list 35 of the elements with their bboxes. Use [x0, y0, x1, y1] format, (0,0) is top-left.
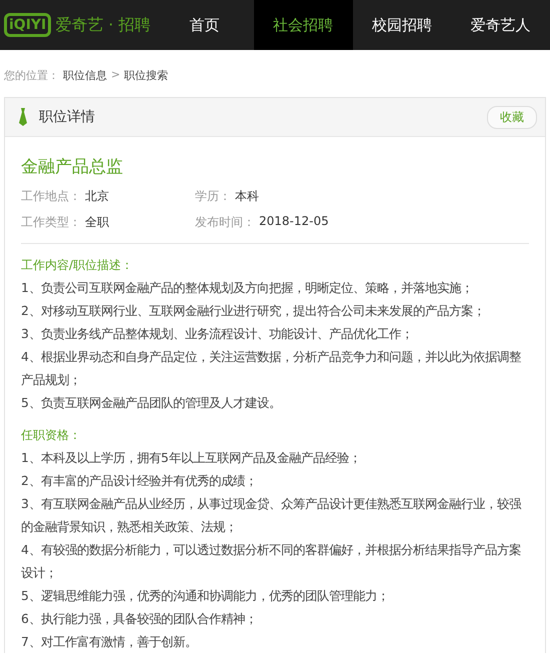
- breadcrumb-link[interactable]: 职位信息: [63, 68, 107, 83]
- field-value: 2018-12-05: [259, 214, 329, 230]
- breadcrumb-label: 您的位置：: [4, 68, 59, 83]
- list-item: 1、本科及以上学历，拥有5年以上互联网产品及金融产品经验；: [21, 449, 362, 467]
- section-heading: 任职资格：: [21, 427, 82, 444]
- nav-tab[interactable]: 首页: [155, 0, 254, 50]
- breadcrumb-link[interactable]: 职位搜索: [124, 68, 168, 83]
- list-item: 2、对移动互联网行业、互联网金融行业进行研究，提出符合公司未来发展的产品方案；: [21, 302, 486, 320]
- field-label: 工作地点：: [21, 188, 81, 205]
- list-item: 4、有较强的数据分析能力，可以透过数据分析不同的客群偏好，并根据分析结果指导产品方案设计；: [21, 541, 522, 582]
- list-item: 6、执行能力强，具备较强的团队合作精神；: [21, 610, 258, 628]
- field-value: 本科: [235, 188, 259, 205]
- list-item: 3、负责业务线产品整体规划、业务流程设计、功能设计、产品优化工作；: [21, 325, 414, 343]
- necktie-icon: [19, 108, 27, 126]
- list-item: 4、根据业界动态和自身产品定位，关注运营数据，分析产品竞争力和问题，并以此为依据调整产品规划；: [21, 348, 522, 389]
- nav-tab[interactable]: 社会招聘: [254, 0, 352, 50]
- field-label: 学历：: [195, 188, 231, 205]
- field-label: 工作类型：: [21, 214, 81, 231]
- list-item: 2、有丰富的产品设计经验并有优秀的成绩；: [21, 472, 258, 490]
- field-label: 发布时间：: [195, 214, 255, 231]
- nav-tab[interactable]: 校园招聘: [352, 0, 452, 50]
- logo-mark: iQIYI: [4, 13, 52, 37]
- job-title: 金融产品总监: [21, 156, 124, 178]
- list-item: 5、逻辑思维能力强，优秀的沟通和协调能力，优秀的团队管理能力；: [21, 587, 390, 605]
- list-item: 3、有互联网金融产品从业经历，从事过现金贷、众筹产品设计更佳熟悉互联网金融行业，较强的金融背景知识，熟悉相关政策、法规；: [21, 495, 522, 536]
- section-heading: 工作内容/职位描述：: [21, 257, 134, 274]
- list-item: 1、负责公司互联网金融产品的整体规划及方向把握，明晰定位、策略，并落地实施；: [21, 279, 474, 297]
- field-value: 北京: [85, 188, 109, 205]
- panel-title: 职位详情: [39, 108, 96, 126]
- brand-name: 爱奇艺 · 招聘: [55, 14, 151, 36]
- field-value: 全职: [85, 214, 109, 231]
- list-item: 7、对工作富有激情，善于创新。: [21, 633, 198, 651]
- breadcrumb-separator: >: [111, 68, 120, 83]
- list-item: 5、负责互联网金融产品团队的管理及人才建设。: [21, 394, 282, 412]
- nav-tab[interactable]: 爱奇艺人: [451, 0, 550, 50]
